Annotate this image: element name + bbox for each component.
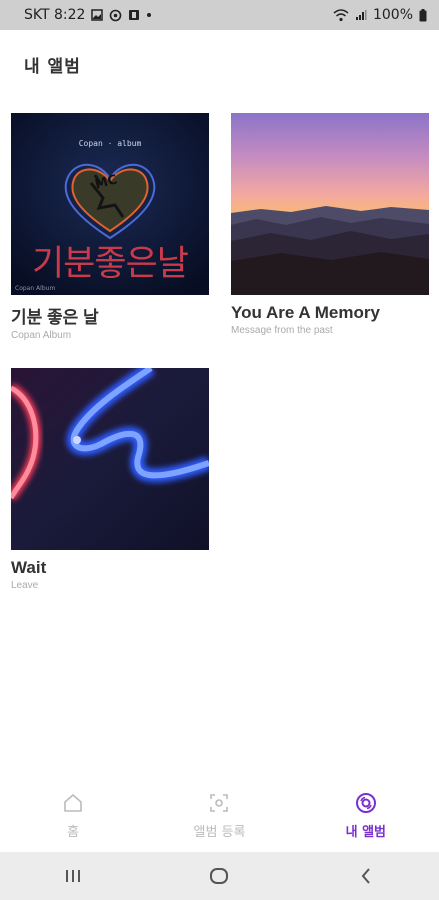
album-cover-image[interactable]: Copan · album MC 기분좋은날 Copan Album: [11, 113, 209, 295]
album-subtitle: Copan Album: [11, 330, 72, 341]
album-subtitle: Leave: [11, 580, 39, 591]
status-right: 100%: [333, 7, 427, 23]
more-dot-icon: [146, 12, 152, 18]
album-title: 기분 좋은 날: [11, 308, 99, 327]
home-icon: [62, 792, 84, 818]
album-cover-image[interactable]: [11, 368, 209, 550]
cover-small-bottom-text: Copan Album: [15, 285, 56, 292]
nav-item-album-register[interactable]: 앨범 등록: [146, 792, 292, 840]
system-navigation-bar: [0, 852, 439, 900]
page-title: 내 앨범: [24, 56, 81, 77]
album-title: Wait: [11, 558, 47, 577]
nav-label-my-album: 내 앨범: [345, 825, 387, 840]
carrier-time: SKT 8:22: [24, 7, 86, 23]
home-circle-icon: [210, 868, 229, 884]
status-left: SKT 8:22: [24, 7, 152, 23]
bottom-navigation: 홈 앨범 등록 내 앨범: [0, 786, 439, 852]
app-notification-icon: [128, 9, 140, 21]
signal-icon: [355, 9, 367, 21]
cover-small-top-text: Copan · album: [78, 139, 142, 148]
recent-apps-icon: [66, 870, 81, 882]
nav-item-home[interactable]: 홈: [0, 792, 146, 840]
recent-apps-button[interactable]: [33, 856, 113, 896]
wifi-icon: [333, 8, 349, 22]
settings-notification-icon: [109, 9, 122, 22]
album-disc-icon: [355, 792, 377, 818]
home-button[interactable]: [179, 856, 259, 896]
nav-label-home: 홈: [67, 825, 80, 840]
back-button[interactable]: [326, 856, 406, 896]
battery-icon: [419, 8, 427, 22]
album-card[interactable]: Wait Leave: [11, 368, 209, 591]
album-cover-image[interactable]: [231, 113, 429, 295]
battery-percent: 100%: [372, 7, 413, 23]
header: 내 앨범: [0, 30, 439, 98]
cover-title-text: 기분좋은날: [31, 244, 189, 284]
gallery-notification-icon: [91, 9, 104, 21]
back-chevron-icon: [361, 868, 370, 884]
scan-icon: [208, 792, 230, 818]
nav-item-my-album[interactable]: 내 앨범: [293, 792, 439, 840]
album-title: You Are A Memory: [231, 303, 380, 322]
status-bar: SKT 8:22 100%: [0, 0, 439, 30]
nav-label-album-register: 앨범 등록: [193, 825, 246, 840]
album-card[interactable]: You Are A Memory Message from the past: [231, 113, 429, 336]
album-subtitle: Message from the past: [231, 325, 333, 336]
album-card[interactable]: Copan · album MC 기분좋은날 Copan Album 기분 좋은…: [11, 113, 209, 341]
